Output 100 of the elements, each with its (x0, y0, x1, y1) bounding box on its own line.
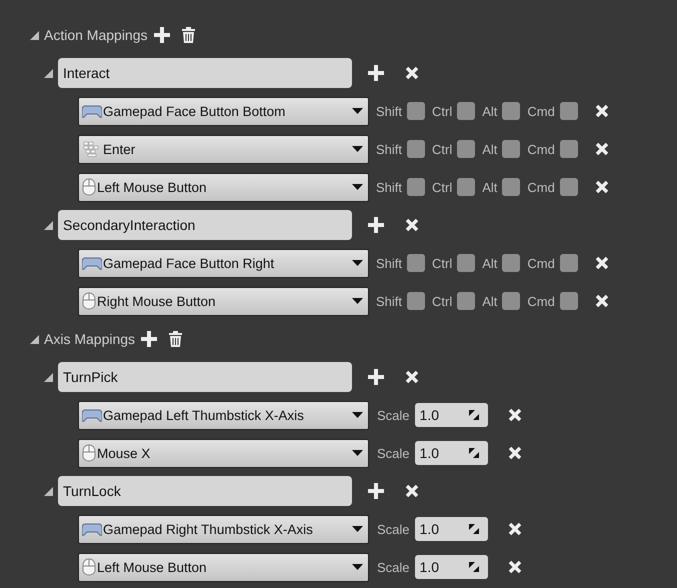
key-dropdown[interactable]: Gamepad Left Thumbstick X-Axis (78, 400, 369, 430)
modifier-checkbox[interactable] (560, 292, 578, 310)
expand-arrow-icon[interactable] (30, 30, 39, 40)
modifier-checkbox[interactable] (407, 292, 426, 310)
modifier-checkbox[interactable] (457, 102, 476, 120)
key-dropdown[interactable]: Enter (78, 134, 369, 164)
add-icon[interactable] (368, 369, 384, 385)
caret-icon (352, 298, 363, 304)
modifier-checkbox[interactable] (457, 254, 476, 272)
modifier-checkbox[interactable] (560, 254, 578, 272)
caret-icon (352, 184, 363, 190)
close-icon[interactable] (594, 256, 609, 270)
modifier-checkbox[interactable] (407, 102, 426, 120)
caret-icon (352, 412, 363, 418)
close-icon[interactable] (594, 294, 609, 308)
key-name: Mouse X (97, 446, 152, 460)
modifier-checkbox[interactable] (457, 140, 476, 158)
close-icon[interactable] (508, 560, 522, 574)
expand-arrow-icon[interactable] (44, 486, 53, 496)
add-icon[interactable] (368, 483, 384, 499)
modifier-checkbox[interactable] (502, 254, 520, 272)
close-icon[interactable] (508, 446, 522, 460)
add-icon[interactable] (368, 217, 384, 233)
trash-icon[interactable] (169, 331, 182, 347)
mapping-name-field[interactable]: SecondaryInteraction (58, 210, 352, 240)
section-title: Action Mappings (44, 27, 148, 43)
modifier-label: Ctrl (432, 180, 452, 194)
key-dropdown[interactable]: Left Mouse Button (78, 552, 369, 582)
gamepad-icon (82, 522, 102, 536)
scale-label: Scale (377, 446, 410, 460)
modifier-label: Shift (376, 180, 402, 194)
close-icon[interactable] (508, 408, 522, 422)
modifier-checkbox[interactable] (502, 292, 520, 310)
modifier-label: Alt (482, 142, 498, 156)
caret-icon (352, 260, 363, 266)
key-name: Left Mouse Button (97, 180, 208, 194)
mapping-name-field[interactable]: Interact (58, 58, 352, 88)
resize-arrows-icon[interactable] (468, 448, 479, 458)
expand-arrow-icon[interactable] (44, 220, 53, 230)
modifier-checkbox[interactable] (457, 178, 476, 196)
resize-arrows-icon[interactable] (468, 410, 479, 420)
key-dropdown[interactable]: Gamepad Face Button Right (78, 248, 369, 278)
modifier-checkbox[interactable] (457, 292, 476, 310)
gamepad-icon (82, 256, 102, 270)
key-dropdown[interactable]: Gamepad Right Thumbstick X-Axis (78, 514, 369, 544)
resize-arrows-icon[interactable] (468, 562, 479, 572)
scale-label: Scale (377, 522, 410, 536)
modifier-checkbox[interactable] (560, 102, 578, 120)
close-icon[interactable] (405, 484, 419, 498)
expand-arrow-icon[interactable] (44, 68, 53, 78)
scale-field[interactable]: 1.0 (414, 441, 488, 465)
close-icon[interactable] (594, 142, 609, 156)
resize-arrows-icon[interactable] (468, 524, 479, 534)
key-dropdown[interactable]: Left Mouse Button (78, 172, 369, 202)
key-name: Gamepad Left Thumbstick X-Axis (103, 408, 305, 422)
scale-field[interactable]: 1.0 (414, 555, 488, 579)
modifier-label: Cmd (527, 256, 555, 270)
close-icon[interactable] (508, 522, 522, 536)
key-name: Right Mouse Button (97, 294, 217, 308)
scale-field[interactable]: 1.0 (414, 403, 488, 427)
modifier-checkbox[interactable] (560, 178, 578, 196)
mouse-icon (82, 444, 96, 462)
modifier-label: Cmd (527, 104, 555, 118)
key-name: Left Mouse Button (97, 560, 208, 574)
modifier-checkbox[interactable] (407, 140, 426, 158)
modifier-label: Ctrl (432, 104, 452, 118)
add-icon[interactable] (154, 27, 170, 43)
modifier-checkbox[interactable] (502, 102, 520, 120)
expand-arrow-icon[interactable] (44, 372, 53, 382)
trash-icon[interactable] (182, 27, 195, 43)
caret-icon (352, 526, 363, 532)
caret-icon (352, 450, 363, 456)
modifier-label: Cmd (527, 142, 555, 156)
close-icon[interactable] (405, 66, 419, 80)
mapping-name-field[interactable]: TurnPick (58, 362, 352, 392)
close-icon[interactable] (405, 370, 419, 384)
key-name: Gamepad Face Button Bottom (103, 104, 286, 118)
modifier-label: Shift (376, 256, 402, 270)
mouse-icon (82, 292, 96, 310)
close-icon[interactable] (594, 104, 609, 118)
expand-arrow-icon[interactable] (30, 334, 39, 344)
key-dropdown[interactable]: Gamepad Face Button Bottom (78, 96, 369, 126)
modifier-checkbox[interactable] (560, 140, 578, 158)
add-icon[interactable] (368, 65, 384, 81)
close-icon[interactable] (594, 180, 609, 194)
key-dropdown[interactable]: Mouse X (78, 438, 369, 468)
key-name: Gamepad Right Thumbstick X-Axis (103, 522, 314, 536)
modifier-checkbox[interactable] (502, 140, 520, 158)
modifier-label: Alt (482, 104, 498, 118)
modifier-label: Shift (376, 104, 402, 118)
modifier-checkbox[interactable] (407, 254, 426, 272)
mapping-name-field[interactable]: TurnLock (58, 476, 352, 506)
caret-icon (352, 108, 363, 114)
modifier-checkbox[interactable] (502, 178, 520, 196)
modifier-label: Alt (482, 180, 498, 194)
close-icon[interactable] (405, 218, 419, 232)
key-dropdown[interactable]: Right Mouse Button (78, 286, 369, 316)
add-icon[interactable] (141, 331, 158, 347)
scale-field[interactable]: 1.0 (414, 517, 488, 541)
modifier-checkbox[interactable] (407, 178, 426, 196)
